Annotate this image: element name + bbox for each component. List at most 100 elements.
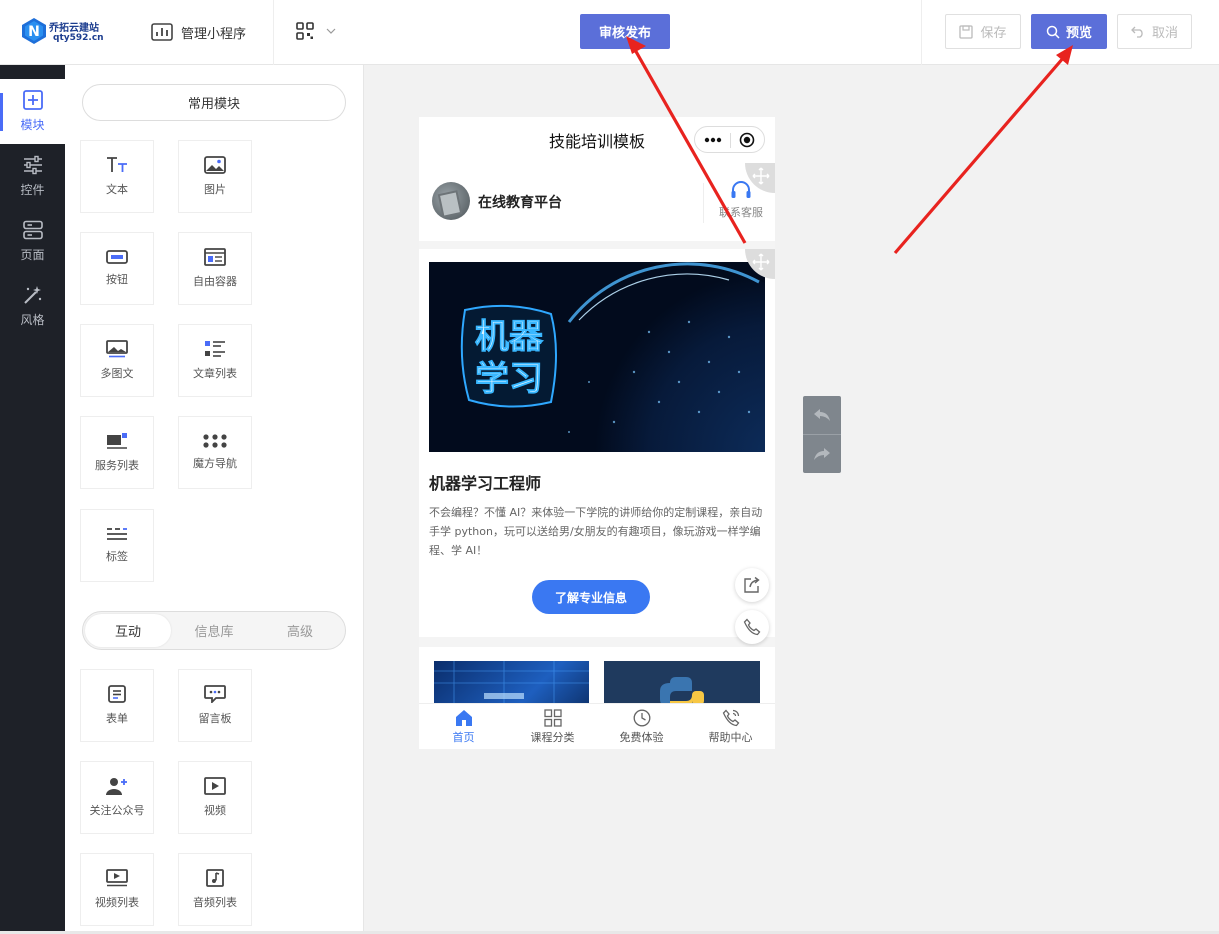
move-icon bbox=[752, 167, 770, 185]
grid-nav-icon bbox=[203, 434, 227, 448]
contact-service-label: 联系客服 bbox=[719, 206, 763, 219]
logo[interactable]: N 乔拓云建站 qty592.cn bbox=[22, 16, 132, 48]
module-label: 关注公众号 bbox=[89, 804, 145, 817]
phone-nav-bar: 技能培训模板 bbox=[419, 117, 775, 163]
save-icon bbox=[959, 24, 974, 39]
sidebar-item-modules[interactable]: 模块 bbox=[0, 79, 65, 144]
pages-icon bbox=[22, 220, 43, 240]
module-video[interactable]: 视频 bbox=[178, 761, 252, 834]
search-icon bbox=[1046, 25, 1060, 39]
banner-text-line2: 学习 bbox=[475, 359, 543, 399]
module-multi-image-text[interactable]: 多图文 bbox=[80, 324, 154, 397]
message-board-icon bbox=[204, 685, 226, 703]
module-message-board[interactable]: 留言板 bbox=[178, 669, 252, 742]
logo-letter: N bbox=[28, 24, 40, 40]
tab-interactive[interactable]: 互动 bbox=[85, 614, 171, 647]
form-icon bbox=[108, 685, 126, 703]
module-panel: 常用模块 文本 图片 按钮 自由容器 多图文 文章列表 服务列表 魔方导航 标签… bbox=[65, 65, 364, 934]
move-icon bbox=[752, 253, 770, 271]
top-bar: N 乔拓云建站 qty592.cn 管理小程序 审核发布 保存 预览 取消 bbox=[0, 0, 1219, 65]
undo-arrow-icon bbox=[814, 409, 830, 421]
module-follow-account[interactable]: 关注公众号 bbox=[80, 761, 154, 834]
tab-help-center[interactable]: 帮助中心 bbox=[686, 704, 775, 749]
tab-label: 免费体验 bbox=[619, 730, 664, 744]
module-image[interactable]: 图片 bbox=[178, 140, 252, 213]
article-list-icon bbox=[205, 341, 225, 357]
publish-button[interactable]: 审核发布 bbox=[580, 14, 670, 49]
sidebar-item-style[interactable]: 风格 bbox=[0, 274, 65, 339]
multi-image-text-icon bbox=[106, 340, 128, 358]
phone-brand-header: 在线教育平台 联系客服 bbox=[419, 163, 775, 241]
module-service-list[interactable]: 服务列表 bbox=[80, 416, 154, 489]
undo-icon bbox=[1131, 26, 1143, 38]
tab-info-library[interactable]: 信息库 bbox=[171, 614, 257, 647]
learn-more-button[interactable]: 了解专业信息 bbox=[532, 580, 650, 614]
module-free-container[interactable]: 自由容器 bbox=[178, 232, 252, 305]
clock-icon bbox=[633, 709, 650, 726]
module-text[interactable]: 文本 bbox=[80, 140, 154, 213]
annotation-arrow-preview bbox=[893, 55, 1066, 255]
service-list-icon bbox=[107, 433, 127, 449]
course-description: 不会编程？不懂 AI？来体验一下学院的讲师给你的定制课程，亲自动手学 pytho… bbox=[429, 506, 763, 557]
miniprogram-capsule[interactable] bbox=[694, 126, 765, 153]
service-divider bbox=[703, 183, 704, 223]
tag-icon bbox=[107, 528, 127, 540]
phone-tab-bar: 首页 课程分类 免费体验 帮助中心 bbox=[419, 703, 775, 749]
tab-free-trial[interactable]: 免费体验 bbox=[597, 704, 686, 749]
course-banner-image[interactable]: 机器 学习 bbox=[429, 262, 765, 452]
home-icon bbox=[455, 709, 472, 726]
tab-course-category[interactable]: 课程分类 bbox=[508, 704, 597, 749]
tab-advanced[interactable]: 高级 bbox=[257, 614, 343, 647]
module-label: 魔方导航 bbox=[193, 457, 237, 470]
qr-code-icon bbox=[296, 22, 314, 40]
module-tag[interactable]: 标签 bbox=[80, 509, 154, 582]
module-audio-list[interactable]: 音频列表 bbox=[178, 853, 252, 926]
module-button[interactable]: 按钮 bbox=[80, 232, 154, 305]
phone-icon bbox=[743, 618, 761, 636]
record-target-icon bbox=[739, 132, 755, 148]
image-icon bbox=[204, 156, 226, 174]
module-label: 表单 bbox=[106, 712, 128, 725]
chevron-down-icon bbox=[326, 28, 336, 34]
header-divider bbox=[273, 0, 274, 65]
button-icon bbox=[106, 250, 128, 264]
sidebar-item-pages[interactable]: 页面 bbox=[0, 209, 65, 274]
sidebar-item-controls[interactable]: 控件 bbox=[0, 144, 65, 209]
sidebar-item-label: 风格 bbox=[20, 313, 45, 327]
common-modules-header[interactable]: 常用模块 bbox=[82, 84, 346, 121]
manage-miniprogram-link[interactable]: 管理小程序 bbox=[151, 20, 246, 44]
phone-call-icon bbox=[722, 709, 739, 726]
brand-name: 在线教育平台 bbox=[478, 195, 562, 211]
module-label: 视频 bbox=[204, 804, 226, 817]
share-button[interactable] bbox=[735, 568, 769, 602]
tab-label: 首页 bbox=[452, 730, 475, 744]
save-button[interactable]: 保存 bbox=[945, 14, 1021, 49]
sidebar-item-label: 模块 bbox=[20, 118, 45, 132]
tab-label: 课程分类 bbox=[530, 730, 575, 744]
module-grid-nav[interactable]: 魔方导航 bbox=[178, 416, 252, 489]
module-label: 服务列表 bbox=[95, 459, 139, 472]
avatar bbox=[432, 182, 470, 220]
chart-icon bbox=[151, 23, 173, 41]
cancel-label: 取消 bbox=[1151, 26, 1178, 41]
more-dots-icon bbox=[704, 137, 722, 143]
course-title: 机器学习工程师 bbox=[429, 474, 542, 493]
headset-icon bbox=[731, 181, 751, 198]
module-form[interactable]: 表单 bbox=[80, 669, 154, 742]
phone-call-button[interactable] bbox=[735, 610, 769, 644]
module-label: 按钮 bbox=[106, 273, 128, 286]
left-sidebar: 模块 控件 页面 风格 bbox=[0, 65, 65, 934]
undo-button[interactable] bbox=[803, 396, 841, 434]
module-article-list[interactable]: 文章列表 bbox=[178, 324, 252, 397]
phone-preview: 技能培训模板 在线教育平台 联系客服 机器 学习 机器学习工程师 不会编程？不懂… bbox=[419, 117, 775, 749]
redo-button[interactable] bbox=[803, 435, 841, 473]
module-video-list[interactable]: 视频列表 bbox=[80, 853, 154, 926]
module-label: 留言板 bbox=[198, 712, 232, 725]
sidebar-item-label: 控件 bbox=[20, 183, 45, 197]
preview-button[interactable]: 预览 bbox=[1031, 14, 1107, 49]
tab-home[interactable]: 首页 bbox=[419, 704, 508, 749]
sliders-icon bbox=[23, 155, 42, 175]
header-divider-right bbox=[921, 0, 922, 65]
cancel-button[interactable]: 取消 bbox=[1117, 14, 1192, 49]
qr-code-dropdown[interactable] bbox=[296, 22, 336, 40]
